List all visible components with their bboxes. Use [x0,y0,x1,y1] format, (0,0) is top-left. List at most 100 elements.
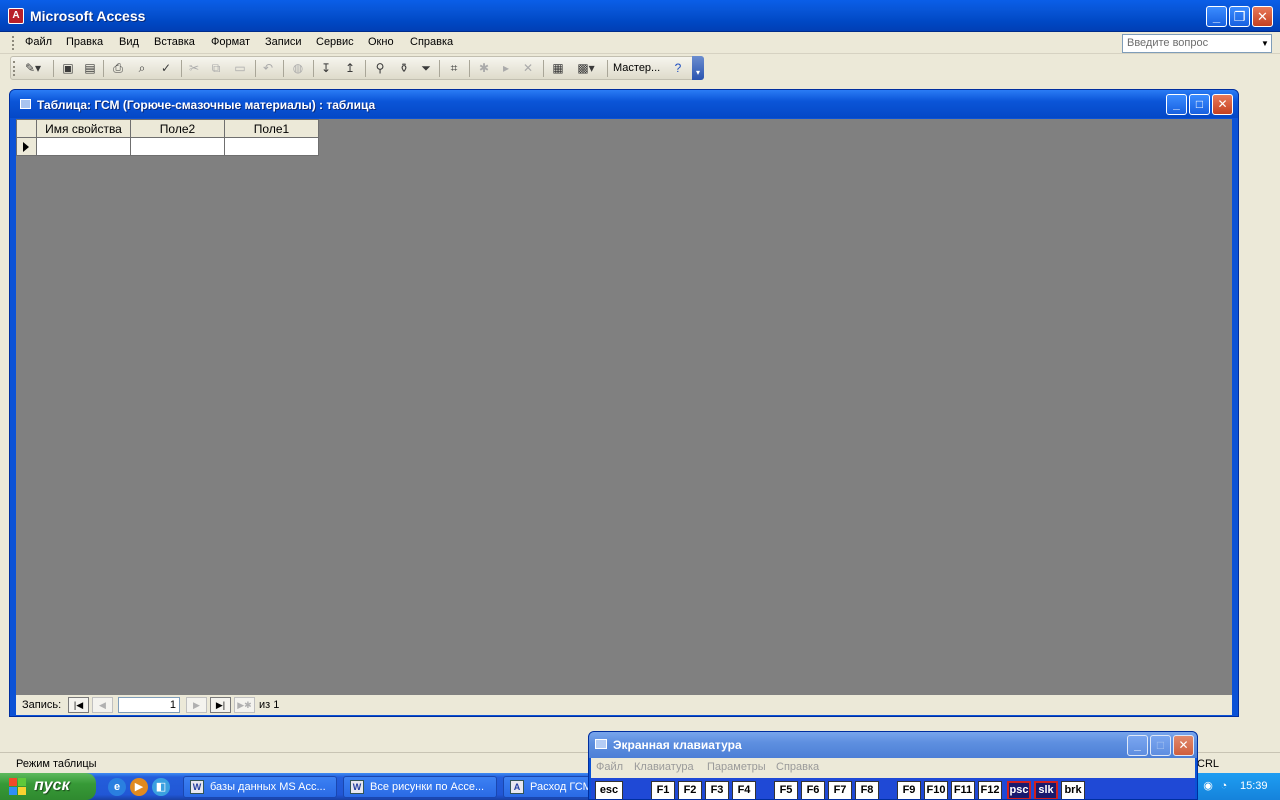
network-icon[interactable]: ◉ [1201,779,1215,793]
toolbar-separator [103,60,104,77]
new-object-icon[interactable]: ▩▾ [573,60,599,77]
new-record-icon[interactable]: ✱ [475,60,493,77]
menu-view[interactable]: Вид [119,36,139,48]
close-icon[interactable]: ✕ [1252,6,1273,27]
key-f9[interactable]: F9 [897,781,921,799]
desktop-icon[interactable]: ◧ [152,778,170,796]
osk-menu-settings[interactable]: Параметры [707,761,766,773]
key-f8[interactable]: F8 [855,781,879,799]
key-f2[interactable]: F2 [678,781,702,799]
osk-menu-file[interactable]: Файл [596,761,623,773]
osk-menu-help[interactable]: Справка [776,761,819,773]
first-record-icon[interactable]: |◀ [68,697,89,713]
record-selector[interactable] [16,137,37,156]
properties-icon[interactable]: ▤ [81,60,99,77]
minimize-icon[interactable]: _ [1206,6,1227,27]
datasheet-area: Имя свойства Поле2 Поле1 [16,119,1232,695]
copy-icon[interactable]: ⧉ [207,60,225,77]
sort-desc-icon[interactable]: ↥ [341,60,359,77]
key-break[interactable]: brk [1061,781,1085,799]
last-record-icon[interactable]: ▶| [210,697,231,713]
print-preview-icon[interactable]: ⌕ [133,60,151,77]
hyperlink-icon[interactable]: ◍ [289,60,307,77]
select-all-corner[interactable] [16,119,37,138]
new-record-icon[interactable]: ▶✱ [234,697,255,713]
menu-window[interactable]: Окно [368,36,394,48]
ask-question-placeholder: Введите вопрос [1127,37,1209,49]
restore-icon[interactable]: ❐ [1229,6,1250,27]
menu-edit[interactable]: Правка [66,36,103,48]
record-number-input[interactable]: 1 [118,697,180,713]
app-title: Microsoft Access [30,8,146,24]
menu-records[interactable]: Записи [265,36,302,48]
media-player-icon[interactable]: ▶ [130,778,148,796]
maximize-icon[interactable]: □ [1150,735,1171,756]
menu-help[interactable]: Справка [410,36,453,48]
key-esc[interactable]: esc [595,781,623,799]
key-f5[interactable]: F5 [774,781,798,799]
menu-insert[interactable]: Вставка [154,36,195,48]
table-cell[interactable] [224,137,319,156]
toolbar-options-icon[interactable]: ▾ [692,56,704,80]
close-icon[interactable]: ✕ [1212,94,1233,115]
column-header[interactable]: Поле1 [224,119,319,138]
table-window-titlebar[interactable]: Таблица: ГСМ (Горюче-смазочные материалы… [10,90,1238,118]
minimize-icon[interactable]: _ [1127,735,1148,756]
print-icon[interactable]: ⎙ [109,60,127,77]
menu-grip[interactable] [12,36,15,50]
clock[interactable]: 15:39 [1240,780,1268,792]
key-f3[interactable]: F3 [705,781,729,799]
toolbar-grip[interactable] [13,61,16,76]
ie-icon[interactable]: e [108,778,126,796]
column-header[interactable]: Поле2 [130,119,225,138]
save-icon[interactable]: ▣ [59,60,77,77]
prev-record-icon[interactable]: ◀ [92,697,113,713]
keyboard-icon[interactable] [595,739,607,749]
maximize-icon[interactable]: □ [1189,94,1210,115]
key-f4[interactable]: F4 [732,781,756,799]
database-window-icon[interactable]: ▦ [549,60,567,77]
key-print-screen[interactable]: psc [1007,781,1031,799]
menu-file[interactable]: Файл [25,36,52,48]
find-icon[interactable]: ⌗ [445,60,463,77]
task-button[interactable]: W Все рисунки по Acce... [343,776,497,798]
minimize-icon[interactable]: _ [1166,94,1187,115]
close-icon[interactable]: ✕ [1173,735,1194,756]
filter-form-icon[interactable]: ⚱ [395,60,413,77]
sort-asc-icon[interactable]: ↧ [317,60,335,77]
access-app-icon[interactable]: A [8,8,24,24]
key-f7[interactable]: F7 [828,781,852,799]
key-f10[interactable]: F10 [924,781,948,799]
cut-icon[interactable]: ✂ [185,60,203,77]
key-f6[interactable]: F6 [801,781,825,799]
key-f1[interactable]: F1 [651,781,675,799]
help-icon[interactable]: ? [669,60,687,77]
start-button[interactable]: пуск [0,773,96,800]
task-button[interactable]: W базы данных MS Acc... [183,776,337,798]
record-navigator: Запись: |◀ ◀ 1 ▶ ▶| ▶✱ из 1 [16,695,1232,715]
next-record-icon[interactable]: ▶ [186,697,207,713]
delete-record-icon[interactable]: ✕ [519,60,537,77]
table-cell[interactable] [36,137,131,156]
apply-filter-icon[interactable]: ⏷ [417,60,435,77]
spelling-icon[interactable]: ✓ [157,60,175,77]
table-cell[interactable] [130,137,225,156]
wizard-button[interactable]: Мастер... [613,62,660,74]
osk-menu-keyboard[interactable]: Клавиатура [634,761,694,773]
menu-format[interactable]: Формат [211,36,250,48]
chevron-down-icon[interactable]: ▼ [1259,35,1271,52]
table-icon[interactable] [20,99,31,109]
view-design-icon[interactable]: ✎▾ [19,60,47,77]
filter-selection-icon[interactable]: ⚲ [371,60,389,77]
key-f11[interactable]: F11 [951,781,975,799]
column-header[interactable]: Имя свойства [36,119,131,138]
osk-titlebar[interactable]: Экранная клавиатура _ □ ✕ [589,732,1197,758]
menu-tools[interactable]: Сервис [316,36,354,48]
key-scroll-lock[interactable]: slk [1034,781,1058,799]
ask-question-input[interactable]: Введите вопрос ▼ [1122,34,1272,53]
paste-icon[interactable]: ▭ [231,60,249,77]
undo-icon[interactable]: ↶ [259,60,277,77]
key-f12[interactable]: F12 [978,781,1002,799]
next-record-icon[interactable]: ▸ [497,60,515,77]
volume-icon[interactable]: ◔ [1217,779,1231,793]
